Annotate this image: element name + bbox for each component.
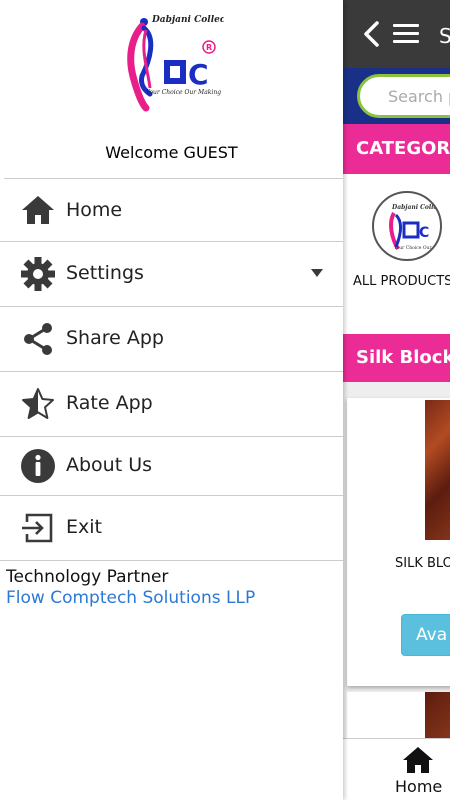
home-icon[interactable] [401, 745, 435, 775]
gear-icon [21, 257, 55, 291]
bottom-navigation: Home [343, 738, 450, 800]
drawer-item-exit[interactable]: Exit [0, 496, 343, 561]
technology-partner-label: Technology Partner [6, 567, 169, 587]
product-image[interactable] [425, 400, 450, 540]
drawer-item-label: Share App [66, 327, 164, 349]
drawer-item-share-app[interactable]: Share App [0, 307, 343, 372]
drawer-item-label: Rate App [66, 392, 153, 414]
product-card[interactable]: SILK BLO Ava [347, 398, 450, 686]
section-heading: Silk Block P [343, 334, 450, 382]
toolbar-title: S [439, 24, 450, 48]
product-image[interactable] [425, 692, 450, 738]
category-list: Dabjani Collection C Your Choice Our Mak… [343, 174, 450, 334]
navigation-drawer: Dabjani Collection C R Your Choice Our M… [0, 0, 343, 800]
categories-heading: CATEGORI [343, 124, 450, 174]
back-arrow-icon[interactable] [361, 20, 383, 48]
chevron-down-icon[interactable] [310, 268, 324, 278]
app-toolbar: S [343, 0, 450, 68]
main-app: S Search p CATEGORI Dabjani Collection C… [343, 0, 450, 800]
svg-text:C: C [419, 225, 429, 241]
availability-button[interactable]: Ava [401, 614, 450, 656]
svg-text:Dabjani Collection: Dabjani Collection [391, 204, 442, 211]
search-bar-area: Search p [343, 68, 450, 124]
technology-partner-link[interactable]: Flow Comptech Solutions LLP [6, 588, 255, 608]
svg-text:R: R [206, 43, 212, 52]
exit-icon [22, 513, 53, 543]
home-icon [22, 196, 54, 224]
star-half-icon [22, 388, 54, 419]
info-icon [21, 449, 55, 483]
drawer-item-home[interactable]: Home [0, 179, 343, 242]
svg-text:Your Choice Our Making: Your Choice Our Making [146, 89, 221, 96]
brand-logo: Dabjani Collection C R Your Choice Our M… [127, 15, 224, 112]
category-label[interactable]: ALL PRODUCTS [353, 274, 450, 289]
svg-text:C: C [188, 58, 209, 91]
drawer-item-label: About Us [66, 454, 153, 476]
share-icon [24, 323, 52, 355]
bottom-nav-home-label[interactable]: Home [395, 777, 442, 796]
drawer-item-label: Home [66, 199, 123, 221]
screen: S Search p CATEGORI Dabjani Collection C… [0, 0, 450, 800]
hamburger-menu-icon[interactable] [393, 24, 419, 44]
drawer-item-about-us[interactable]: About Us [0, 437, 343, 496]
drawer-item-rate-app[interactable]: Rate App [0, 372, 343, 437]
drawer-item-label: Exit [66, 516, 102, 538]
category-all-products-image[interactable]: Dabjani Collection C Your Choice Our Mak… [372, 191, 442, 261]
welcome-text: Welcome GUEST [105, 143, 238, 162]
svg-text:Dabjani Collection: Dabjani Collection [151, 15, 224, 25]
search-input[interactable]: Search p [357, 74, 450, 118]
drawer-item-settings[interactable]: Settings [0, 242, 343, 307]
svg-text:Your Choice Our Making: Your Choice Our Making [393, 245, 442, 251]
product-name: SILK BLO [395, 556, 450, 571]
drawer-item-label: Settings [66, 262, 144, 284]
